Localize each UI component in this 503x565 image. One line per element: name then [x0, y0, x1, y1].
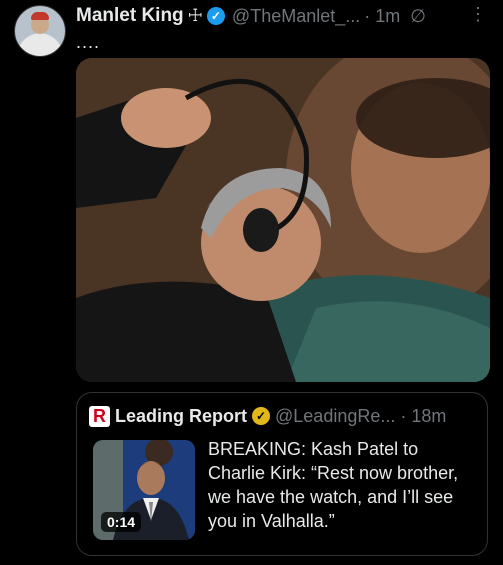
- leading-report-logo-icon: R: [89, 405, 110, 427]
- grok-icon[interactable]: ∅: [410, 6, 426, 27]
- post-timestamp[interactable]: · 1m: [364, 6, 400, 27]
- post-text: ....: [76, 32, 101, 52]
- cross-icon: ☩: [187, 6, 203, 25]
- quoted-video-thumbnail[interactable]: 0:14: [93, 440, 195, 540]
- quoted-author-name[interactable]: Leading Report: [115, 406, 247, 427]
- quoted-post-timestamp[interactable]: · 18m: [400, 406, 446, 427]
- quoted-post-header: R Leading Report ✓ @LeadingRe... · 18m: [89, 403, 477, 429]
- more-options-icon[interactable]: ⋮: [469, 4, 487, 25]
- avatar-hat: [31, 12, 49, 20]
- quoted-post-card[interactable]: R Leading Report ✓ @LeadingRe... · 18m 0…: [76, 392, 488, 556]
- video-duration-badge: 0:14: [101, 512, 142, 532]
- verified-badge-icon: ✓: [206, 7, 225, 25]
- post-image-illustration: [76, 58, 490, 382]
- author-name[interactable]: Manlet King: [76, 5, 184, 27]
- author-handle[interactable]: @TheManlet_...: [232, 6, 360, 27]
- gold-verified-badge-icon: ✓: [252, 407, 271, 425]
- quoted-author-handle[interactable]: @LeadingRe...: [275, 406, 395, 427]
- quoted-post-text: BREAKING: Kash Patel to Charlie Kirk: “R…: [208, 439, 459, 531]
- post-image[interactable]: [76, 58, 490, 382]
- author-avatar[interactable]: [14, 5, 66, 57]
- post-header: Manlet King ☩ ✓ @TheManlet_... · 1m ∅: [76, 2, 491, 30]
